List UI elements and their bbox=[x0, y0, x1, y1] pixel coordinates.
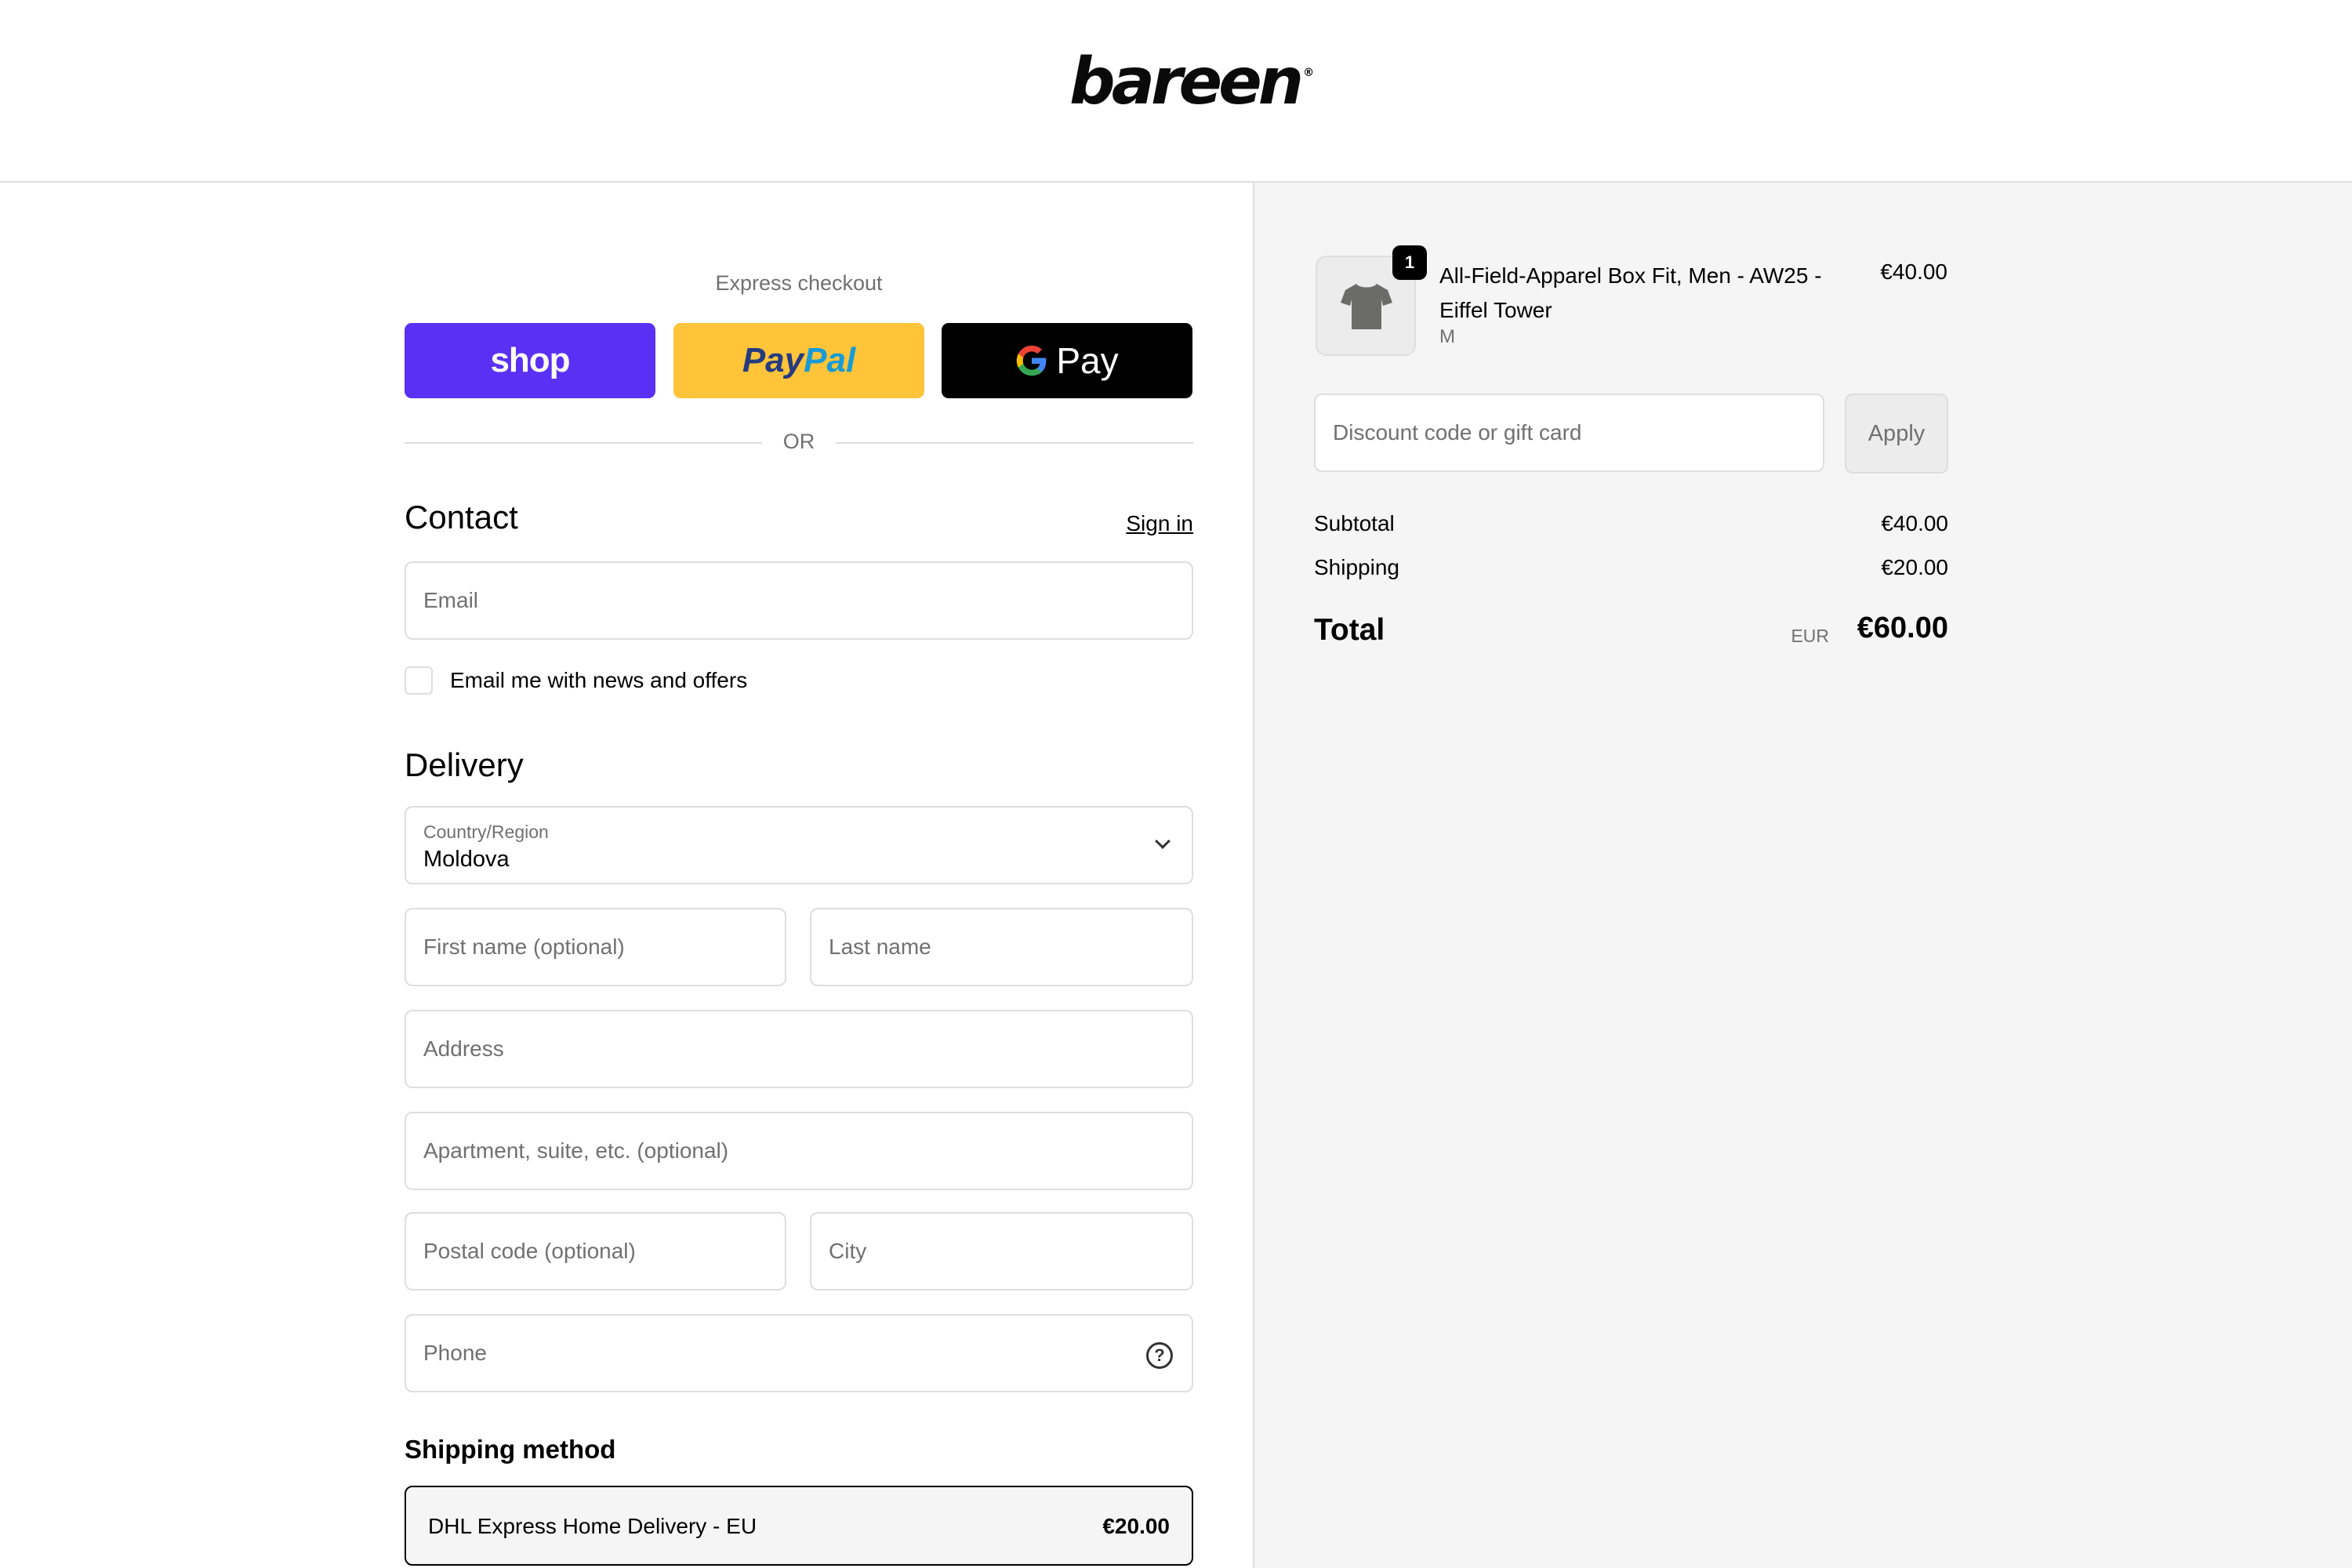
country-value: Moldova bbox=[423, 847, 510, 872]
divider-line bbox=[836, 442, 1193, 444]
trademark-mark: ® bbox=[1303, 67, 1315, 79]
google-g-icon bbox=[1017, 345, 1047, 376]
shipping-option-name: DHL Express Home Delivery - EU bbox=[428, 1514, 757, 1538]
express-checkout-label: Express checkout bbox=[715, 271, 883, 295]
sign-in-link[interactable]: Sign in bbox=[1126, 511, 1193, 536]
apartment-field[interactable]: Apartment, suite, etc. (optional) bbox=[405, 1112, 1193, 1190]
shipping-cost-value: €20.00 bbox=[1881, 555, 1948, 579]
city-field[interactable]: City bbox=[810, 1212, 1193, 1290]
chevron-down-icon bbox=[1155, 833, 1171, 849]
apply-discount-button[interactable]: Apply bbox=[1845, 394, 1948, 474]
shipping-option[interactable]: DHL Express Home Delivery - EU €20.00 bbox=[405, 1486, 1193, 1566]
phone-placeholder: Phone bbox=[423, 1341, 487, 1365]
total-row: Total EUR €60.00 bbox=[1314, 612, 1948, 651]
email-placeholder: Email bbox=[423, 588, 479, 612]
contact-title: Contact bbox=[405, 499, 518, 535]
google-pay-label: Pay bbox=[1056, 340, 1119, 381]
discount-placeholder: Discount code or gift card bbox=[1333, 420, 1582, 445]
first-name-field[interactable]: First name (optional) bbox=[405, 908, 786, 986]
last-name-field[interactable]: Last name bbox=[810, 908, 1193, 986]
newsletter-option: Email me with news and offers bbox=[405, 665, 747, 696]
product-price: €40.00 bbox=[1880, 260, 1947, 284]
shipping-method-title: Shipping method bbox=[405, 1435, 616, 1464]
subtotal-row: Subtotal €40.00 bbox=[1314, 511, 1948, 536]
delivery-title: Delivery bbox=[405, 746, 524, 783]
quantity-badge: 1 bbox=[1392, 245, 1427, 280]
shop-pay-button[interactable]: shop bbox=[405, 323, 655, 398]
google-pay-button[interactable]: Pay bbox=[942, 323, 1192, 398]
paypal-button[interactable]: Pay Pal bbox=[673, 323, 924, 398]
country-label: Country/Region bbox=[423, 822, 549, 842]
total-label: Total bbox=[1314, 613, 1385, 647]
address-placeholder: Address bbox=[423, 1036, 504, 1061]
brand-logo[interactable]: bareen ® bbox=[1069, 50, 1315, 114]
product-name: All-Field-Apparel Box Fit, Men - AW25 - … bbox=[1439, 263, 1822, 322]
total-value: €60.00 bbox=[1857, 612, 1948, 644]
or-divider: OR bbox=[405, 425, 1193, 459]
paypal-logo-part2: Pal bbox=[804, 341, 856, 379]
help-icon[interactable]: ? bbox=[1146, 1342, 1173, 1369]
email-field[interactable]: Email bbox=[405, 561, 1193, 640]
newsletter-label[interactable]: Email me with news and offers bbox=[450, 668, 747, 693]
currency-code: EUR bbox=[1791, 626, 1829, 646]
country-select[interactable]: Country/Region Moldova bbox=[405, 806, 1193, 884]
address-field[interactable]: Address bbox=[405, 1010, 1193, 1088]
first-name-placeholder: First name (optional) bbox=[423, 935, 625, 959]
shop-pay-logo: shop bbox=[490, 341, 570, 379]
last-name-placeholder: Last name bbox=[829, 935, 931, 959]
postal-code-placeholder: Postal code (optional) bbox=[423, 1239, 636, 1263]
discount-code-field[interactable]: Discount code or gift card bbox=[1314, 394, 1824, 472]
shipping-cost-label: Shipping bbox=[1314, 555, 1399, 579]
apartment-placeholder: Apartment, suite, etc. (optional) bbox=[423, 1138, 729, 1163]
header: bareen ® bbox=[0, 0, 2352, 183]
postal-code-field[interactable]: Postal code (optional) bbox=[405, 1212, 786, 1290]
product-variant: M bbox=[1439, 326, 1455, 347]
paypal-logo-part1: Pay bbox=[742, 341, 804, 379]
phone-field[interactable]: Phone ? bbox=[405, 1314, 1193, 1392]
order-summary-panel bbox=[1253, 183, 2352, 1568]
subtotal-label: Subtotal bbox=[1314, 511, 1395, 535]
newsletter-checkbox[interactable] bbox=[405, 666, 433, 695]
subtotal-value: €40.00 bbox=[1881, 511, 1948, 535]
shipping-cost-row: Shipping €20.00 bbox=[1314, 555, 1948, 580]
city-placeholder: City bbox=[829, 1239, 867, 1263]
shipping-option-price: €20.00 bbox=[1102, 1514, 1170, 1538]
tshirt-icon bbox=[1341, 284, 1392, 329]
